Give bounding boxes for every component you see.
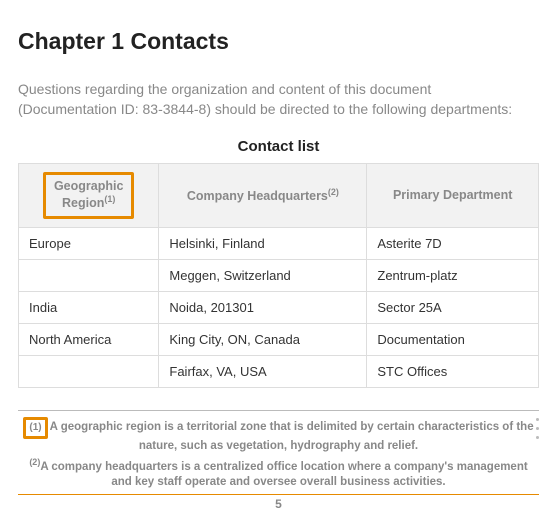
cell-region: North America <box>19 324 159 356</box>
intro-line-1: Questions regarding the organization and… <box>18 81 431 97</box>
cell-dept: Asterite 7D <box>367 228 539 260</box>
cell-hq: King City, ON, Canada <box>159 324 367 356</box>
intro-paragraph: Questions regarding the organization and… <box>18 79 539 120</box>
region-header-highlight: Geographic Region(1) <box>43 172 134 219</box>
footnote-1: (1)A geographic region is a territorial … <box>18 417 539 454</box>
page-number: 5 <box>18 494 539 511</box>
chapter-heading: Chapter 1 Contacts <box>18 28 539 55</box>
footnotes: (1)A geographic region is a territorial … <box>18 410 539 493</box>
footnote-1-text: A geographic region is a territorial zon… <box>50 421 534 452</box>
cell-dept: Sector 25A <box>367 292 539 324</box>
cell-region: India <box>19 292 159 324</box>
table-caption: Contact list <box>18 138 539 155</box>
table-row: Fairfax, VA, USASTC Offices <box>19 356 539 388</box>
footnote-2-text: A company headquarters is a centralized … <box>40 461 527 489</box>
footnote-1-marker-highlight: (1) <box>23 417 47 439</box>
cell-region <box>19 356 159 388</box>
table-row: Meggen, SwitzerlandZentrum-platz <box>19 260 539 292</box>
intro-line-2: (Documentation ID: 83-3844-8) should be … <box>18 101 512 117</box>
table-row: IndiaNoida, 201301Sector 25A <box>19 292 539 324</box>
cell-dept: Documentation <box>367 324 539 356</box>
cell-hq: Meggen, Switzerland <box>159 260 367 292</box>
region-header-sup: (1) <box>104 194 115 204</box>
contact-table: Geographic Region(1) Company Headquarter… <box>18 163 539 388</box>
cell-hq: Fairfax, VA, USA <box>159 356 367 388</box>
cell-dept: STC Offices <box>367 356 539 388</box>
hq-header-text: Company Headquarters <box>187 189 328 203</box>
region-header-line2: Region <box>62 196 104 210</box>
cell-dept: Zentrum-platz <box>367 260 539 292</box>
col-header-region: Geographic Region(1) <box>19 163 159 227</box>
cell-region <box>19 260 159 292</box>
footnote-2-marker: (2) <box>29 457 40 467</box>
region-header-line1: Geographic <box>54 179 123 193</box>
cell-region: Europe <box>19 228 159 260</box>
hq-header-sup: (2) <box>328 187 339 197</box>
cell-hq: Noida, 201301 <box>159 292 367 324</box>
col-header-dept: Primary Department <box>367 163 539 227</box>
table-header-row: Geographic Region(1) Company Headquarter… <box>19 163 539 227</box>
footnote-2: (2)A company headquarters is a centraliz… <box>18 456 539 491</box>
col-header-hq: Company Headquarters(2) <box>159 163 367 227</box>
cell-hq: Helsinki, Finland <box>159 228 367 260</box>
table-row: EuropeHelsinki, FinlandAsterite 7D <box>19 228 539 260</box>
table-row: North AmericaKing City, ON, CanadaDocume… <box>19 324 539 356</box>
